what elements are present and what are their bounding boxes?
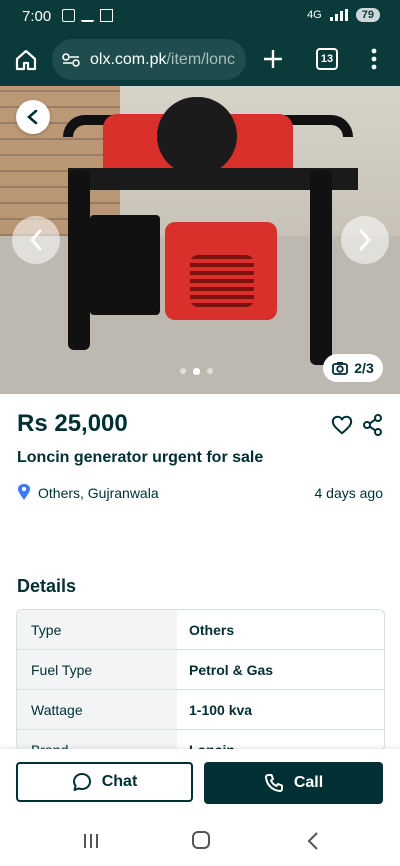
status-right: 4G 79 [307,8,380,22]
generator-leg-left [68,170,90,350]
screenshot-icon [62,9,75,22]
url-domain: olx.com.pk [90,50,167,68]
chat-icon [72,773,91,791]
image-gallery[interactable] [0,86,400,394]
camera-icon [332,362,349,375]
menu-icon[interactable] [371,48,377,70]
generator-grille [190,255,254,307]
tabs-icon[interactable]: 13 [316,48,338,70]
generator-regulator [157,97,237,175]
gallery-dot [180,368,186,374]
signal-icon [329,9,348,21]
table-row: Wattage 1-100 kva [17,690,384,730]
play-icon [100,9,113,22]
status-time: 7:00 [22,8,52,25]
heart-icon[interactable] [331,414,353,436]
chevron-left-icon [29,229,42,251]
gallery-dot [207,368,213,374]
gallery-next-button[interactable] [341,216,389,264]
url-bar[interactable]: olx.com.pk/item/lonc [52,39,246,80]
notification-icons [62,9,113,22]
image-counter-text: 2/3 [354,360,374,376]
detail-value: 1-100 kva [189,701,253,718]
detail-value: Loncin [189,741,235,751]
detail-key: Type [17,610,177,649]
phone-icon [264,774,283,792]
plus-icon[interactable] [262,48,284,70]
call-button[interactable]: Call [204,762,383,804]
gallery-dot-active [193,368,200,375]
generator-battery [90,215,160,315]
share-icon[interactable] [363,414,383,436]
site-settings-icon[interactable] [62,52,80,67]
generator-leg-right [310,170,332,365]
detail-key: Wattage [17,690,177,729]
back-nav-icon[interactable] [306,831,320,851]
location-pin-icon [18,484,30,500]
network-type: 4G [307,9,322,21]
table-row: Brand Loncin [17,730,384,751]
listing-date: 4 days ago [314,485,384,501]
url-path: /item/lonc [166,50,235,68]
listing-price: Rs 25,000 [17,410,128,437]
browser-toolbar: olx.com.pk/item/lonc 13 [0,34,400,86]
status-bar: 7:00 4G 79 [0,0,400,34]
recent-apps-icon[interactable] [82,832,100,850]
back-arrow-icon [27,109,38,125]
detail-value: Petrol & Gas [189,661,274,678]
detail-key: Fuel Type [17,650,177,689]
details-table: Type Others Fuel Type Petrol & Gas Watta… [16,609,385,751]
download-icon [81,9,94,22]
image-counter: 2/3 [323,354,383,382]
home-nav-icon[interactable] [192,831,210,849]
chat-label: Chat [101,773,138,790]
back-button[interactable] [16,100,50,134]
table-row: Fuel Type Petrol & Gas [17,650,384,690]
chat-button[interactable]: Chat [16,762,193,802]
action-bar: Chat Call [0,749,400,817]
detail-value: Others [189,621,235,638]
battery-level: 79 [355,8,380,22]
call-label: Call [293,774,324,791]
table-row: Type Others [17,610,384,650]
listing-title: Loncin generator urgent for sale [17,449,264,466]
home-icon[interactable] [14,48,38,72]
listing-location: Others, Gujranwala [38,485,159,501]
gallery-prev-button[interactable] [12,216,60,264]
details-heading: Details [17,576,77,596]
generator-photo [0,86,400,394]
chevron-right-icon [359,229,372,251]
detail-key: Brand [17,730,177,750]
gallery-dots [180,368,213,375]
system-nav-bar [0,817,400,866]
